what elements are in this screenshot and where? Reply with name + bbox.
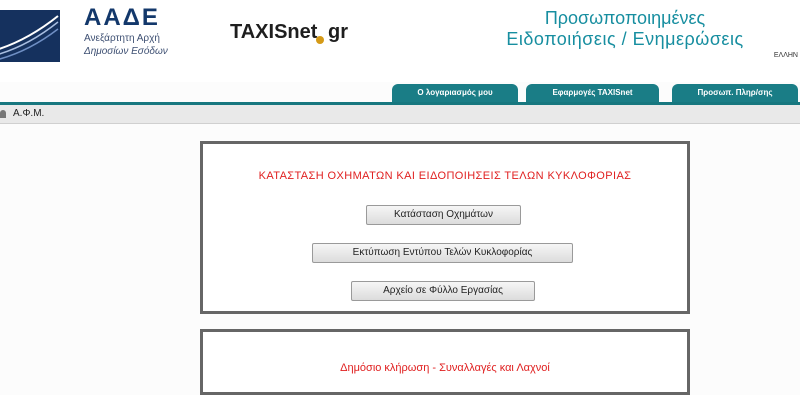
- breadcrumb: Α.Φ.Μ.: [0, 105, 800, 124]
- site-header: ΑΑΔΕ Ανεξάρτητη Αρχή Δημοσίων Εσόδων TAX…: [0, 0, 800, 82]
- tab-personal-info[interactable]: Προσωπ. Πληρ/σης: [672, 84, 798, 102]
- aade-subtitle-line2: Δημοσίων Εσόδων: [84, 46, 168, 57]
- aade-subtitle-line1: Ανεξάρτητη Αρχή: [84, 33, 160, 44]
- user-icon: [0, 110, 6, 118]
- taxisnet-logo-text[interactable]: TAXISnet: [230, 21, 317, 44]
- breadcrumb-afm: Α.Φ.Μ.: [13, 108, 45, 119]
- aade-emblem-icon: [0, 15, 59, 60]
- taxisnet-dot-icon: [316, 36, 324, 44]
- print-circulation-fees-button[interactable]: Εκτύπωση Εντύπου Τελών Κυκλοφορίας: [312, 243, 573, 263]
- page-title-line2: Ειδοποιήσεις / Ενημερώσεις: [506, 29, 744, 49]
- page-title-line1: Προσωποποιημένες: [544, 8, 706, 28]
- aade-logo-mark[interactable]: [0, 10, 60, 62]
- lottery-panel: Δημόσιο κλήρωση - Συναλλαγές και Λαχνοί: [200, 329, 690, 395]
- vehicle-status-button[interactable]: Κατάσταση Οχημάτων: [366, 205, 521, 225]
- language-link[interactable]: ΕΛΛΗΝ: [774, 52, 798, 59]
- tab-taxisnet-apps[interactable]: Εφαρμογές TAXISnet: [526, 84, 659, 102]
- spreadsheet-file-button[interactable]: Αρχείο σε Φύλλο Εργασίας: [351, 281, 535, 301]
- tab-my-account[interactable]: Ο λογαριασμός μου: [392, 84, 518, 102]
- lottery-panel-title: Δημόσιο κλήρωση - Συναλλαγές και Λαχνοί: [340, 362, 550, 374]
- vehicles-panel-title: ΚΑΤΑΣΤΑΣΗ ΟΧΗΜΑΤΩΝ ΚΑΙ ΕΙΔΟΠΟΙΗΣΕΙΣ ΤΕΛΩ…: [258, 170, 632, 182]
- aade-brand-name: ΑΑΔΕ: [84, 4, 160, 31]
- tab-bar: Ο λογαριασμός μου Εφαρμογές TAXISnet Προ…: [0, 84, 800, 105]
- vehicles-panel: ΚΑΤΑΣΤΑΣΗ ΟΧΗΜΑΤΩΝ ΚΑΙ ΕΙΔΟΠΟΙΗΣΕΙΣ ΤΕΛΩ…: [200, 141, 690, 314]
- taxisnet-logo-suffix[interactable]: gr: [328, 21, 348, 44]
